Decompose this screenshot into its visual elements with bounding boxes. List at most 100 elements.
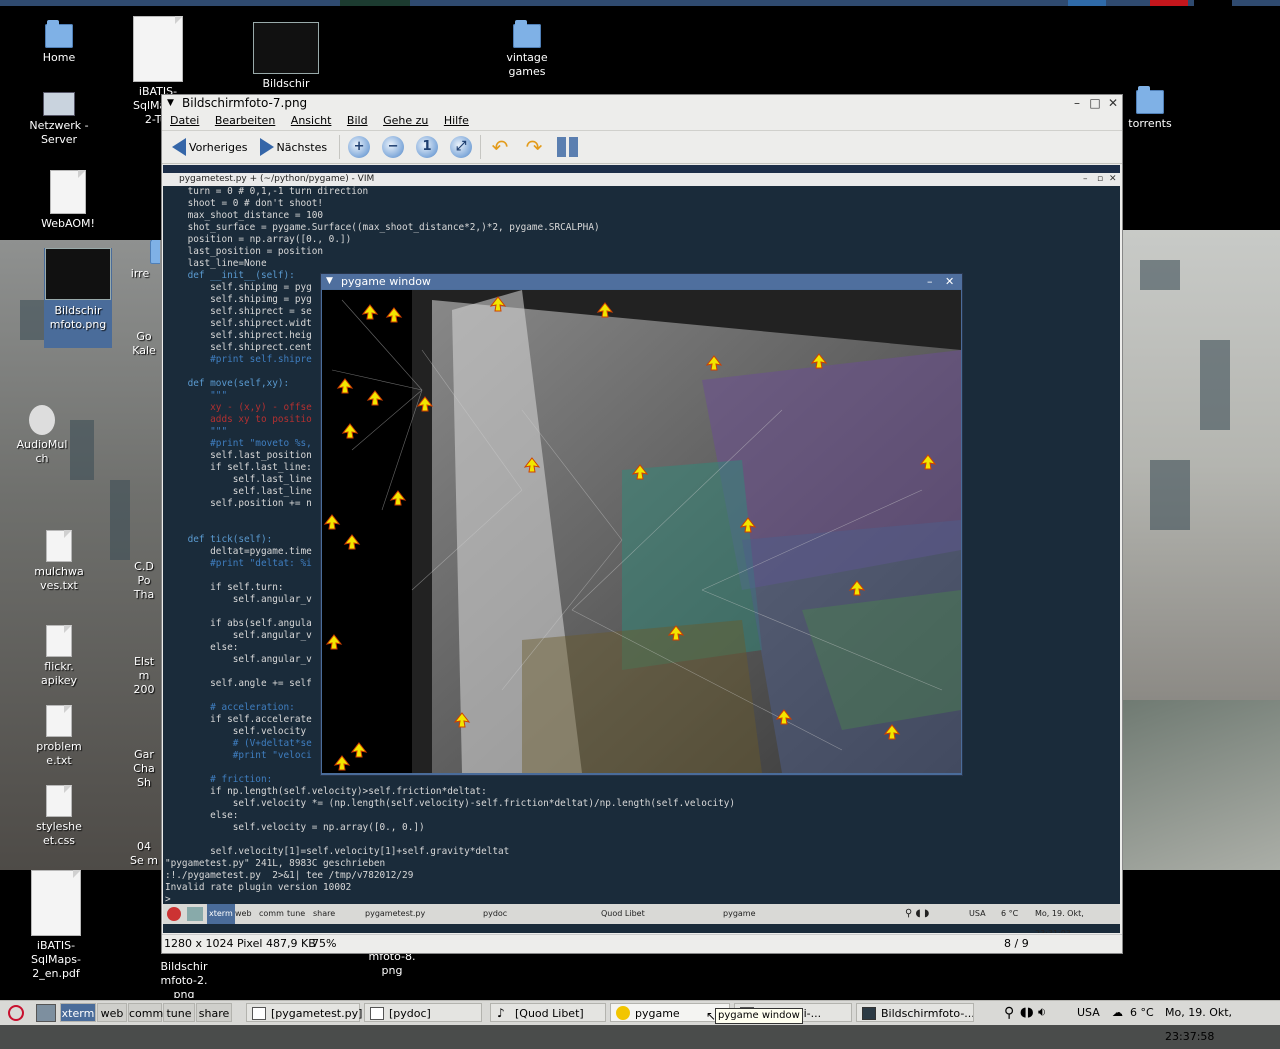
pygame-titlebar[interactable]: ▼ pygame window – ✕ <box>321 274 962 289</box>
menu-gehe-zu[interactable]: Gehe zu <box>383 114 428 127</box>
inner-taskbar: xterm web comm tune share pygametest.py … <box>163 904 1120 933</box>
maximize-button[interactable]: □ <box>1088 96 1102 110</box>
zoom-normal-icon[interactable]: 1 <box>416 136 439 158</box>
pygame-window[interactable]: ▼ pygame window – ✕ <box>320 273 963 776</box>
text-file-icon <box>46 625 72 657</box>
window-menu-icon[interactable]: ▼ <box>167 95 174 112</box>
desktop-icon-irre[interactable]: irre <box>120 240 160 281</box>
desktop-icon-go-kale[interactable]: Go Kale <box>124 330 164 358</box>
folder-icon <box>150 240 160 264</box>
viewer-menubar: Datei Bearbeiten Ansicht Bild Gehe zu Hi… <box>162 112 1122 130</box>
vim-line: Invalid rate plugin version 10002 <box>165 882 352 893</box>
keyboard-layout[interactable]: USA <box>1077 1001 1100 1025</box>
folder-icon <box>513 20 541 48</box>
task-pydoc[interactable]: [pydoc] <box>364 1003 482 1022</box>
viewer-statusbar: 1280 x 1024 Pixel 487,9 KB 75% 8 / 9 <box>162 934 1122 953</box>
rotate-right-icon[interactable]: ↷ <box>523 136 545 158</box>
zoom-out-icon[interactable]: − <box>382 136 405 158</box>
desktop-icon-probleme[interactable]: problem e.txt <box>19 705 99 768</box>
arrow-right-icon <box>259 138 274 156</box>
desktop-icon-vintage-games[interactable]: vintage games <box>487 20 567 79</box>
volume-icon[interactable]: 🔉︎ <box>1038 1001 1046 1025</box>
image-viewer-icon <box>862 1007 876 1020</box>
arrow-left-icon <box>172 138 186 156</box>
vim-line: self.shiprect = se <box>165 306 312 317</box>
toolbar-separator <box>339 135 341 159</box>
vim-line: self.velocity *= (np.length(self.velocit… <box>165 798 736 809</box>
network-tray-icon[interactable]: ⚲ <box>1004 1001 1014 1025</box>
weather-temp[interactable]: 6 °C <box>1130 1001 1154 1025</box>
pygame-minimize-button[interactable]: – <box>927 274 933 289</box>
player-ship-sprite <box>325 634 343 650</box>
viewer-titlebar[interactable]: ▼ Bildschirmfoto-7.png – □ ✕ <box>162 95 1122 112</box>
audio-icon <box>29 405 55 435</box>
desktop-icon-webaom[interactable]: WebAOM! <box>28 170 108 231</box>
weather-icon: ☁ <box>1112 1006 1123 1019</box>
previous-button[interactable]: Vorheriges <box>168 134 252 160</box>
menu-ansicht[interactable]: Ansicht <box>291 114 332 127</box>
minimize-button[interactable]: – <box>1070 96 1084 110</box>
window-menu-icon[interactable]: ▼ <box>326 274 333 289</box>
menu-datei[interactable]: Datei <box>170 114 199 127</box>
menu-bild[interactable]: Bild <box>347 114 368 127</box>
desktop-icon-cd[interactable]: C.D Po Tha <box>126 560 162 602</box>
desktop-icon-bildschirmfoto-selected[interactable]: Bildschir mfoto.png <box>44 248 112 348</box>
rotate-left-icon[interactable]: ↶ <box>489 136 511 158</box>
vim-maximize-icon: ▫ <box>1097 174 1104 184</box>
close-button[interactable]: ✕ <box>1106 96 1120 110</box>
desktop-icon-stylesheet[interactable]: styleshe et.css <box>19 785 99 848</box>
desktop-icon-flickr-apikey[interactable]: flickr. apikey <box>19 625 99 688</box>
headphones-tray-icon[interactable]: ◖◗ <box>1020 1001 1034 1025</box>
desktop-icon-ibatis-en-pdf[interactable]: iBATIS-SqlMaps-2_en.pdf <box>14 870 98 981</box>
workspace-share[interactable]: share <box>196 1003 232 1022</box>
workspace-web[interactable]: web <box>97 1003 127 1022</box>
clock[interactable]: Mo, 19. Okt, 23:37:58 <box>1165 1001 1280 1043</box>
vim-line: else: <box>165 810 239 821</box>
task-bildschirmfoto[interactable]: Bildschirmfoto-... <box>856 1003 974 1022</box>
show-desktop-icon[interactable] <box>36 1004 56 1022</box>
vim-line: last_position = position <box>165 246 324 257</box>
pygame-canvas[interactable] <box>322 290 961 773</box>
inner-tray-icons: ⚲ ◖ ◗ <box>905 908 930 919</box>
vim-line: self.last_line <box>165 486 312 497</box>
desktop-icon-elst[interactable]: Elst m 200 <box>126 655 162 697</box>
taskbar: xterm web comm tune share [pygametest.py… <box>0 1000 1280 1043</box>
inner-ws-xterm: xterm <box>207 904 235 924</box>
vim-line: self.angular_v <box>165 654 312 665</box>
vim-line: position = np.array([0., 0.]) <box>165 234 352 245</box>
vim-line: self.velocity[1]=self.velocity[1]+self.g… <box>165 846 510 857</box>
desktop-icon-bildschirmfoto-2[interactable]: Bildschir mfoto-2. png <box>144 960 224 998</box>
menu-hilfe[interactable]: Hilfe <box>444 114 469 127</box>
inner-ws-tune: tune <box>287 909 306 918</box>
desktop-icon-04-se[interactable]: 04 Se m <box>126 840 162 868</box>
image-thumbnail-icon <box>253 22 319 74</box>
vim-line: """ <box>165 426 228 437</box>
vim-line: xy - (x,y) - offse <box>165 402 312 413</box>
task-pygametest[interactable]: [pygametest.py] <box>246 1003 362 1022</box>
vim-titlebar: pygametest.py + (~/python/pygame) - VIM … <box>163 173 1120 186</box>
vim-line: #print "moveto %s, <box>165 438 312 449</box>
pygame-close-button[interactable]: ✕ <box>945 274 954 289</box>
desktop-icon-bildschirmfoto-8[interactable]: mfoto-8. png <box>352 950 432 978</box>
window-icon <box>370 1007 384 1020</box>
desktop-icon-mulchwaves[interactable]: mulchwa ves.txt <box>19 530 99 593</box>
zoom-fit-icon[interactable]: ⤢ <box>450 136 473 158</box>
desktop-icon-netzwerk-server[interactable]: Netzwerk -Server <box>19 92 99 147</box>
next-button[interactable]: Nächstes <box>256 134 332 160</box>
debian-menu-icon[interactable] <box>8 1005 24 1021</box>
workspace-comm[interactable]: comm <box>128 1003 163 1022</box>
desktop-icon-home[interactable]: Home <box>19 20 99 65</box>
inner-screenshot-top <box>163 165 1120 173</box>
workspace-tune[interactable]: tune <box>163 1003 195 1022</box>
gallery-icon[interactable] <box>557 137 580 157</box>
desktop-icon-audiomulch[interactable]: AudioMul ch <box>4 405 80 466</box>
workspace-xterm[interactable]: xterm <box>60 1003 96 1022</box>
desktop-icon-bildschir[interactable]: Bildschir <box>246 22 326 91</box>
zoom-in-icon[interactable]: + <box>348 136 371 158</box>
player-ship-sprite <box>361 304 379 320</box>
task-quodlibet[interactable]: ♪ [Quod Libet] <box>490 1003 606 1022</box>
desktop-icon-gar-cha[interactable]: Gar Cha Sh <box>126 748 162 790</box>
status-position: 8 / 9 <box>1004 937 1029 950</box>
menu-bearbeiten[interactable]: Bearbeiten <box>215 114 275 127</box>
inner-ws-comm: comm <box>259 909 284 918</box>
